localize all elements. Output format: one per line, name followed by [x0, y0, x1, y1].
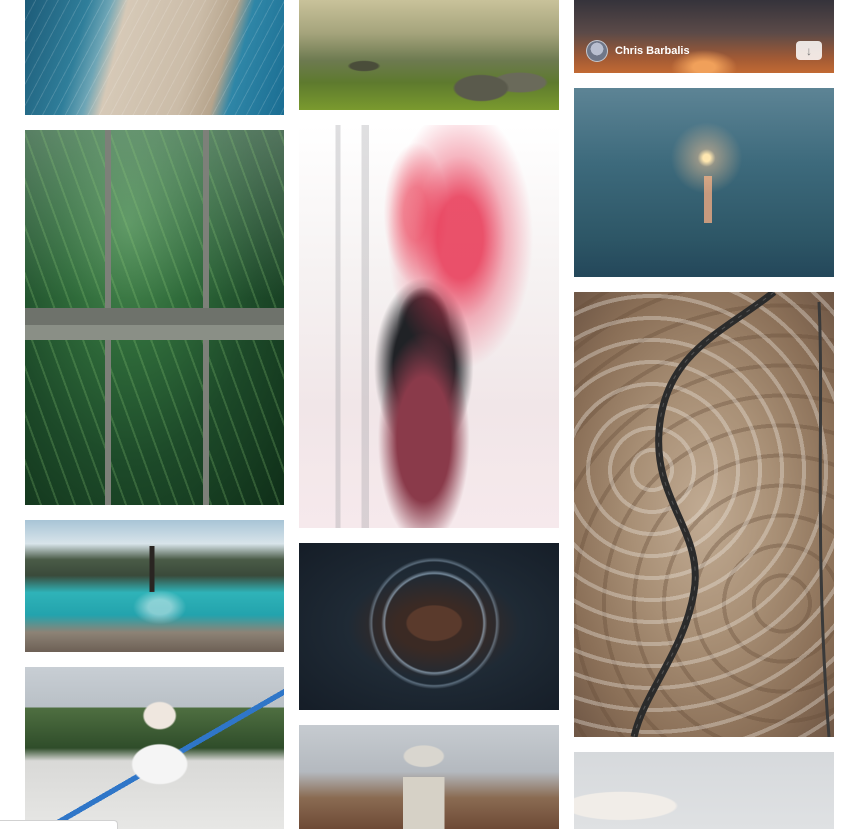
photo-sparkler-portrait[interactable] — [299, 543, 559, 710]
sparkler-in-water-photo — [574, 88, 834, 277]
sunset-photo — [574, 0, 834, 73]
cathedral-dome-photo — [299, 725, 559, 829]
photo-scooter-rider[interactable] — [25, 667, 284, 829]
road-path — [630, 292, 831, 737]
beach-aerial-photo — [25, 0, 284, 115]
photo-smoke-flare[interactable] — [299, 125, 559, 528]
bottom-edge-bar — [0, 820, 118, 829]
photo-cathedral-dome[interactable] — [299, 725, 559, 829]
photo-mountain-lake[interactable] — [25, 520, 284, 652]
scooter-rider-photo — [25, 667, 284, 829]
white-animal-photo — [574, 752, 834, 829]
photo-mountain-rocks[interactable] — [299, 0, 559, 110]
mountain-lake-photo — [25, 520, 284, 652]
mountain-rocks-photo — [299, 0, 559, 110]
greenhouse-plants-photo — [25, 130, 284, 505]
photo-white-animal[interactable] — [574, 752, 834, 829]
sparkler-portrait-photo — [299, 543, 559, 710]
avatar[interactable] — [586, 40, 608, 62]
photo-greenhouse-plants[interactable] — [25, 130, 284, 505]
download-arrow-icon: ↓ — [806, 43, 812, 58]
photo-winding-road[interactable] — [574, 292, 834, 737]
smoke-flare-photo — [299, 125, 559, 528]
download-button[interactable]: ↓ — [796, 41, 822, 60]
photo-credit[interactable]: Chris Barbalis — [586, 40, 690, 62]
photo-sunset[interactable]: Chris Barbalis ↓ — [574, 0, 834, 73]
photo-beach-aerial[interactable] — [25, 0, 284, 115]
photo-sparkler-in-water[interactable] — [574, 88, 834, 277]
photographer-name[interactable]: Chris Barbalis — [615, 45, 690, 57]
